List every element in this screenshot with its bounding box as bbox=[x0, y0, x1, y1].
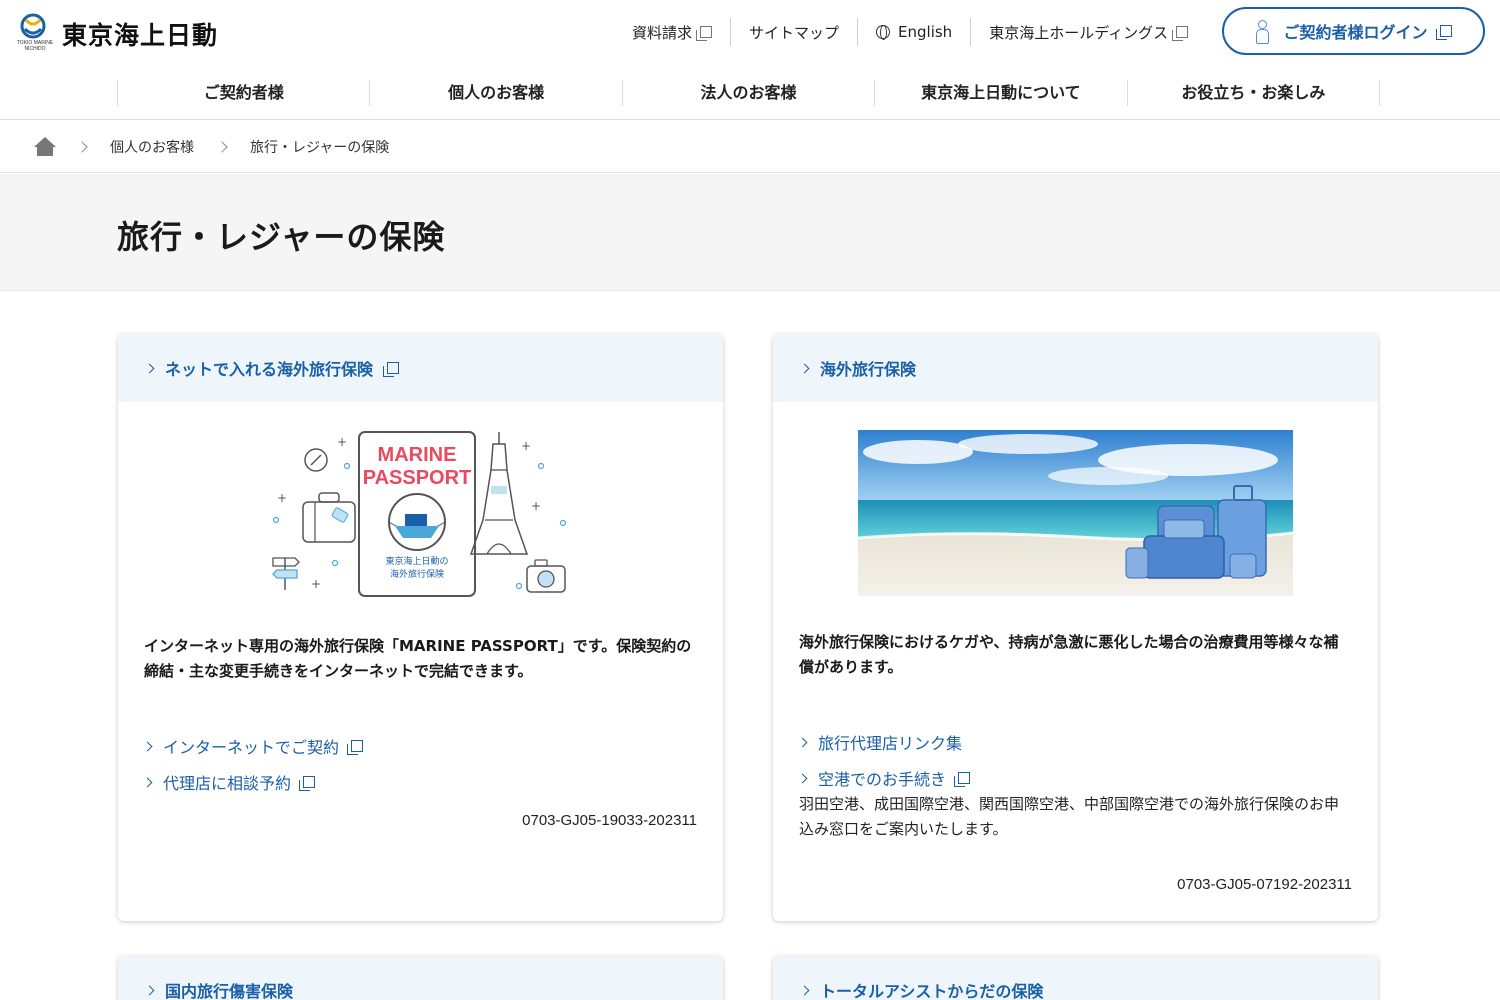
logo-mark-icon: TOKIO MARINE NICHIDO bbox=[10, 12, 56, 52]
chevron-right-icon bbox=[142, 777, 153, 787]
external-link-icon bbox=[1172, 26, 1189, 41]
breadcrumb-item-individual[interactable]: 個人のお客様 bbox=[110, 137, 194, 157]
person-icon bbox=[1255, 20, 1270, 44]
util-link-sitemap[interactable]: サイトマップ bbox=[731, 18, 859, 46]
nav-item-individual[interactable]: 個人のお客様 bbox=[370, 80, 623, 106]
chevron-right-icon bbox=[797, 773, 808, 783]
page-title: 旅行・レジャーの保険 bbox=[117, 218, 446, 256]
main-nav: ご契約者様 個人のお客様 法人のお客様 東京海上日動について お役立ち・お楽しみ bbox=[0, 68, 1500, 120]
util-link-label: 東京海上ホールディングス bbox=[989, 23, 1169, 42]
chevron-right-icon bbox=[142, 741, 153, 751]
site-header: TOKIO MARINE NICHIDO 東京海上日動 資料請求 サイトマップ … bbox=[0, 0, 1500, 68]
external-link-icon bbox=[696, 26, 713, 41]
logo-sub-text: TOKIO MARINE NICHIDO bbox=[16, 40, 54, 52]
link-travel-agency[interactable]: 旅行代理店リンク集 bbox=[797, 724, 1352, 760]
chevron-right-icon bbox=[76, 140, 88, 153]
marine-passport-illustration: + + + + + MARINE PASSPORT 東京海上日動の 海外旅行保険 bbox=[271, 431, 566, 597]
util-link-brochure[interactable]: 資料請求 bbox=[614, 18, 732, 46]
card-total-assist: トータルアシストからだの保険 bbox=[773, 956, 1378, 1000]
external-link-icon bbox=[347, 740, 364, 755]
util-link-label: 資料請求 bbox=[632, 23, 693, 42]
link-label: 空港でのお手続き bbox=[818, 770, 947, 789]
chevron-right-icon bbox=[216, 140, 228, 153]
card-description: インターネット専用の海外旅行保険「MARINE PASSPORT」です。保険契約… bbox=[144, 637, 692, 680]
card-title-link[interactable]: 海外旅行保険 bbox=[773, 334, 1378, 402]
card-title-link[interactable]: トータルアシストからだの保険 bbox=[773, 956, 1378, 1000]
home-icon[interactable] bbox=[34, 136, 56, 157]
beach-luggage-photo bbox=[858, 430, 1293, 596]
link-internet-contract[interactable]: インターネットでご契約 bbox=[142, 728, 697, 764]
passport-caption1: 東京海上日動の bbox=[385, 555, 448, 567]
utility-nav: 資料請求 サイトマップ English 東京海上ホールディングス bbox=[614, 18, 1206, 46]
link-label: 代理店に相談予約 bbox=[163, 774, 292, 793]
card-title-link[interactable]: 国内旅行傷害保険 bbox=[118, 956, 723, 1000]
card-links: インターネットでご契約 代理店に相談予約 bbox=[142, 728, 697, 800]
svg-text:+: + bbox=[337, 435, 347, 449]
globe-icon bbox=[876, 25, 891, 40]
card-title: 海外旅行保険 bbox=[820, 360, 917, 379]
external-link-icon bbox=[299, 776, 316, 791]
breadcrumb: 個人のお客様 旅行・レジャーの保険 bbox=[0, 121, 1500, 173]
card-overseas-travel: 海外旅行保険 海外旅行保険におけるケガや、持病が急激に悪化した場合の治療費用等様… bbox=[773, 334, 1378, 921]
link-note: 羽田空港、成田国際空港、関西国際空港、中部国際空港での海外旅行保険のお申込み窓口… bbox=[799, 795, 1340, 838]
svg-text:+: + bbox=[531, 499, 541, 513]
logo-name: 東京海上日動 bbox=[62, 21, 219, 50]
chevron-right-icon bbox=[144, 985, 155, 995]
link-agent-reservation[interactable]: 代理店に相談予約 bbox=[142, 764, 697, 800]
passport-line2: PASSPORT bbox=[362, 467, 471, 489]
card-domestic-travel: 国内旅行傷害保険 bbox=[118, 956, 723, 1000]
link-airport-procedure[interactable]: 空港でのお手続き bbox=[797, 760, 1352, 796]
chevron-right-icon bbox=[144, 363, 155, 373]
card-title-link[interactable]: ネットで入れる海外旅行保険 bbox=[118, 334, 723, 402]
svg-text:+: + bbox=[277, 491, 287, 505]
breadcrumb-item-current: 旅行・レジャーの保険 bbox=[250, 139, 390, 156]
login-label: ご契約者様ログイン bbox=[1283, 23, 1428, 42]
nav-item-about[interactable]: 東京海上日動について bbox=[875, 80, 1128, 106]
passport-line1: MARINE bbox=[377, 444, 456, 466]
util-link-label: サイトマップ bbox=[749, 23, 840, 42]
svg-text:+: + bbox=[521, 439, 531, 453]
login-button[interactable]: ご契約者様ログイン bbox=[1222, 7, 1485, 55]
link-label: 旅行代理店リンク集 bbox=[818, 734, 963, 753]
title-band: 旅行・レジャーの保険 bbox=[0, 174, 1500, 291]
card-title: トータルアシストからだの保険 bbox=[820, 982, 1044, 1000]
card-description: 海外旅行保険におけるケガや、持病が急激に悪化した場合の治療費用等様々な補償があり… bbox=[799, 633, 1339, 676]
chevron-right-icon bbox=[799, 985, 810, 995]
external-link-icon bbox=[1435, 25, 1452, 40]
card-title: 国内旅行傷害保険 bbox=[165, 982, 294, 1000]
chevron-right-icon bbox=[797, 737, 808, 747]
nav-item-corporate[interactable]: 法人のお客様 bbox=[623, 80, 876, 106]
nav-item-useful[interactable]: お役立ち・お楽しみ bbox=[1128, 80, 1381, 106]
link-label: インターネットでご契約 bbox=[163, 738, 340, 757]
card-net-overseas-travel: ネットで入れる海外旅行保険 + + + + + MARINE PASSPORT bbox=[118, 334, 723, 921]
util-link-label: English bbox=[898, 23, 953, 41]
card-links: 旅行代理店リンク集 空港でのお手続き 羽田空港、成田国際空港、関西国際空港、中部… bbox=[797, 724, 1352, 842]
nav-item-contractors[interactable]: ご契約者様 bbox=[118, 80, 371, 106]
document-code: 0703-GJ05-19033-202311 bbox=[522, 812, 697, 829]
chevron-right-icon bbox=[799, 363, 810, 373]
card-title: ネットで入れる海外旅行保険 bbox=[165, 360, 374, 379]
external-link-icon bbox=[954, 772, 971, 787]
document-code: 0703-GJ05-07192-202311 bbox=[1177, 876, 1352, 893]
svg-text:+: + bbox=[311, 577, 321, 591]
util-link-english[interactable]: English bbox=[858, 18, 972, 46]
util-link-holdings[interactable]: 東京海上ホールディングス bbox=[971, 18, 1206, 46]
site-logo[interactable]: TOKIO MARINE NICHIDO 東京海上日動 bbox=[10, 12, 218, 52]
external-link-icon bbox=[383, 362, 400, 377]
passport-caption2: 海外旅行保険 bbox=[389, 568, 443, 580]
